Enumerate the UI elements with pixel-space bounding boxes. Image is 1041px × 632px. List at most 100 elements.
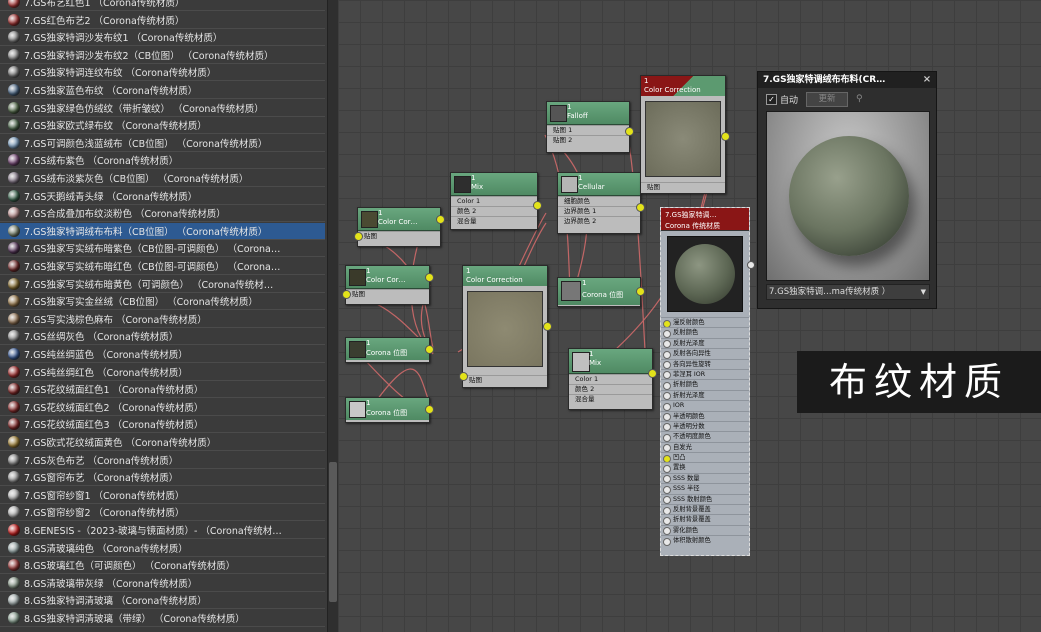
- material-list-item[interactable]: 8.GS独家特调清玻璃（带绿） （Corona传统材质）: [0, 610, 325, 627]
- output-port[interactable]: [425, 273, 434, 282]
- material-param-slot[interactable]: 半透明颜色: [661, 410, 749, 422]
- output-port[interactable]: [747, 261, 755, 269]
- material-param-slot[interactable]: SSS 数量: [661, 472, 749, 484]
- material-list-item[interactable]: 7.GS布艺红色1 （Corona传统材质）: [0, 0, 325, 11]
- corona-bitmap-node-2[interactable]: 1 Corona 位图: [345, 397, 434, 423]
- material-list-item[interactable]: 7.GS绒布紫色 （Corona传统材质）: [0, 152, 325, 170]
- material-param-slot[interactable]: 半透明分数: [661, 420, 749, 432]
- output-port[interactable]: [425, 405, 434, 414]
- material-param-slot[interactable]: SSS 半径: [661, 483, 749, 495]
- auto-checkbox[interactable]: ✓: [766, 93, 777, 105]
- corona-bitmap-node-3[interactable]: 1 Corona 位图: [557, 277, 645, 307]
- node-slot[interactable]: Color 1: [569, 374, 652, 384]
- output-port[interactable]: [543, 322, 552, 331]
- node-slot[interactable]: 细胞颜色: [558, 196, 640, 206]
- material-list-item[interactable]: 8.GS清玻璃纯色 （Corona传统材质）: [0, 540, 325, 557]
- material-param-slot[interactable]: 反射各向异性: [661, 348, 749, 360]
- material-list-item[interactable]: 7.GS独家写实绒布暗黄色（可调颜色） （Corona传统材…: [0, 276, 325, 293]
- material-list-item[interactable]: 7.GS独家绿色仿绒纹（带折皱纹） （Corona传统材质）: [0, 100, 325, 117]
- material-param-slot[interactable]: 不透明度颜色: [661, 431, 749, 443]
- material-list-item[interactable]: 7.GS独家蓝色布纹 （Corona传统材质）: [0, 82, 325, 99]
- material-list-item[interactable]: 8.GS独家特调清玻璃 （Corona传统材质）: [0, 592, 325, 610]
- node-slot[interactable]: 贴图: [346, 289, 429, 299]
- material-param-slot[interactable]: 折射颜色: [661, 379, 749, 391]
- output-port[interactable]: [636, 203, 645, 212]
- material-list-item[interactable]: 7.GS独家写实绒布暗紫色（CB位图-可调颜色） （Corona…: [0, 240, 325, 258]
- material-select-dropdown[interactable]: 7.GS独家特调…ma传统材质 ） ▼: [766, 284, 930, 300]
- corona-bitmap-node-1[interactable]: 1 Corona 位图: [345, 337, 434, 363]
- material-list-item[interactable]: 7.GS丝绸灰色 （Corona传统材质）: [0, 328, 325, 346]
- material-list-item[interactable]: 7.GS独家欧式绿布纹 （Corona传统材质）: [0, 117, 325, 135]
- material-param-slot[interactable]: 反射光泽度: [661, 337, 749, 349]
- material-param-slot[interactable]: 置换: [661, 462, 749, 474]
- material-list-item[interactable]: 7.GS独家特调沙发布纹2（CB位图） （Corona传统材质）: [0, 47, 325, 64]
- material-param-slot[interactable]: 反射颜色: [661, 327, 749, 339]
- node-slot[interactable]: 贴图: [358, 231, 440, 241]
- output-port[interactable]: [533, 201, 542, 210]
- material-list-item[interactable]: 7.GS独家写实绒布暗红色（CB位图-可调颜色） （Corona…: [0, 258, 325, 275]
- material-list-item[interactable]: 8.GS清玻璃带灰绿 （Corona传统材质）: [0, 575, 325, 592]
- color-correction-node-1[interactable]: 1 Color Cor… 贴图: [354, 207, 445, 247]
- material-param-slot[interactable]: 自发光: [661, 441, 749, 453]
- node-slot[interactable]: Color 1: [451, 196, 537, 206]
- material-list-item[interactable]: 8.GENESIS -（2023-玻璃与镜面材质）- （Corona传统材…: [0, 522, 325, 539]
- material-list-item[interactable]: 7.GS窗帘纱窗2 （Corona传统材质）: [0, 504, 325, 522]
- material-list-item[interactable]: 7.GS独家特调绒布布料（CB位图） （Corona传统材质）: [0, 222, 325, 240]
- pin-icon[interactable]: ⚲: [856, 94, 863, 104]
- color-correction-node-3[interactable]: 1 Color Correction 贴图: [459, 265, 552, 388]
- material-list-item[interactable]: 7.GS独家特调连纹布纹 （Corona传统材质）: [0, 64, 325, 82]
- material-list-item[interactable]: 7.GS独家特调沙发布纹1 （Corona传统材质）: [0, 29, 325, 47]
- material-param-slot[interactable]: 折射光泽度: [661, 389, 749, 401]
- scroll-thumb[interactable]: [329, 462, 337, 602]
- material-list-item[interactable]: 7.GS花纹绒面红色1 （Corona传统材质）: [0, 381, 325, 399]
- output-port[interactable]: [425, 345, 434, 354]
- material-preview-window[interactable]: 7.GS独家特调绒布布料(CR… × ✓ 自动 更新 ⚲ 7.GS独家特调…ma…: [757, 71, 937, 309]
- input-port[interactable]: [342, 290, 351, 299]
- material-param-slot[interactable]: 凹凸: [661, 452, 749, 463]
- material-list-item[interactable]: 7.GS纯丝绸红色 （Corona传统材质）: [0, 364, 325, 381]
- cellular-node[interactable]: 1 Cellular 细胞颜色 边界颜色 1 边界颜色 2: [557, 172, 645, 234]
- material-param-slot[interactable]: 体积散射颜色: [661, 535, 749, 547]
- node-slot[interactable]: 贴图 1: [547, 125, 629, 135]
- node-slot[interactable]: 颜色 2: [451, 206, 537, 216]
- input-port[interactable]: [459, 372, 468, 381]
- material-list-item[interactable]: 7.GS绒布淡紫灰色（CB位图） （Corona传统材质）: [0, 170, 325, 187]
- material-list-item[interactable]: 7.GS欧式花纹绒面黄色 （Corona传统材质）: [0, 434, 325, 451]
- material-param-slot[interactable]: 漫反射颜色: [661, 317, 749, 328]
- corona-legacy-material-node[interactable]: 7.GS独家特调… Corona 传统材质 漫反射颜色 反射颜色 反射光泽度 反射各向…: [660, 207, 755, 556]
- node-slot[interactable]: 边界颜色 2: [558, 216, 640, 226]
- material-list-item[interactable]: 7.GS可调颜色浅蓝绒布（CB位图） （Corona传统材质）: [0, 135, 325, 152]
- material-list-item[interactable]: 7.GS纯丝绸蓝色 （Corona传统材质）: [0, 346, 325, 363]
- material-list-item[interactable]: 7.GS灰色布艺 （Corona传统材质）: [0, 452, 325, 469]
- mix-node-1[interactable]: 1 Mix Color 1 颜色 2 混合量: [450, 172, 542, 230]
- output-port[interactable]: [636, 287, 645, 296]
- node-slot[interactable]: 贴图: [463, 375, 547, 385]
- material-param-slot[interactable]: 雾化颜色: [661, 524, 749, 536]
- material-param-slot[interactable]: SSS 散射颜色: [661, 493, 749, 505]
- material-list-item[interactable]: 7.GS独家写实金丝绒（CB位图） （Corona传统材质）: [0, 293, 325, 311]
- close-icon[interactable]: ×: [921, 72, 933, 88]
- material-list-item[interactable]: 7.GS花纹绒面红色2 （Corona传统材质）: [0, 399, 325, 416]
- material-list-item[interactable]: 7.GS窗帘纱窗1 （Corona传统材质）: [0, 487, 325, 504]
- node-slot[interactable]: 混合量: [569, 394, 652, 404]
- node-slot[interactable]: 贴图 2: [547, 135, 629, 145]
- material-param-slot[interactable]: 反射背景覆盖: [661, 504, 749, 515]
- material-param-slot[interactable]: 各向异性旋转: [661, 358, 749, 370]
- output-port[interactable]: [625, 127, 634, 136]
- node-slot[interactable]: 贴图: [641, 182, 725, 192]
- output-port[interactable]: [436, 215, 445, 224]
- material-list-item[interactable]: 7.GS写实浅棕色麻布 （Corona传统材质）: [0, 311, 325, 328]
- material-param-slot[interactable]: 折射背景覆盖: [661, 514, 749, 526]
- material-list-item[interactable]: 7.GS合成叠加布纹淡粉色 （Corona传统材质）: [0, 205, 325, 223]
- material-param-slot[interactable]: IOR: [661, 400, 749, 412]
- node-slot[interactable]: 边界颜色 1: [558, 206, 640, 216]
- node-slot[interactable]: 混合量: [451, 216, 537, 226]
- material-list-item[interactable]: 7.GS窗帘布艺 （Corona传统材质）: [0, 469, 325, 487]
- material-list-item[interactable]: 7.GS天鹅绒青头绿 （Corona传统材质）: [0, 188, 325, 205]
- update-button[interactable]: 更新: [806, 91, 849, 107]
- falloff-node[interactable]: 1 Falloff 贴图 1 贴图 2: [546, 101, 634, 153]
- color-correction-node-top[interactable]: 1 Color Correction 贴图: [640, 75, 730, 194]
- node-slot[interactable]: 颜色 2: [569, 384, 652, 394]
- output-port[interactable]: [721, 132, 730, 141]
- material-list-item[interactable]: 7.GS花纹绒面红色3 （Corona传统材质）: [0, 416, 325, 434]
